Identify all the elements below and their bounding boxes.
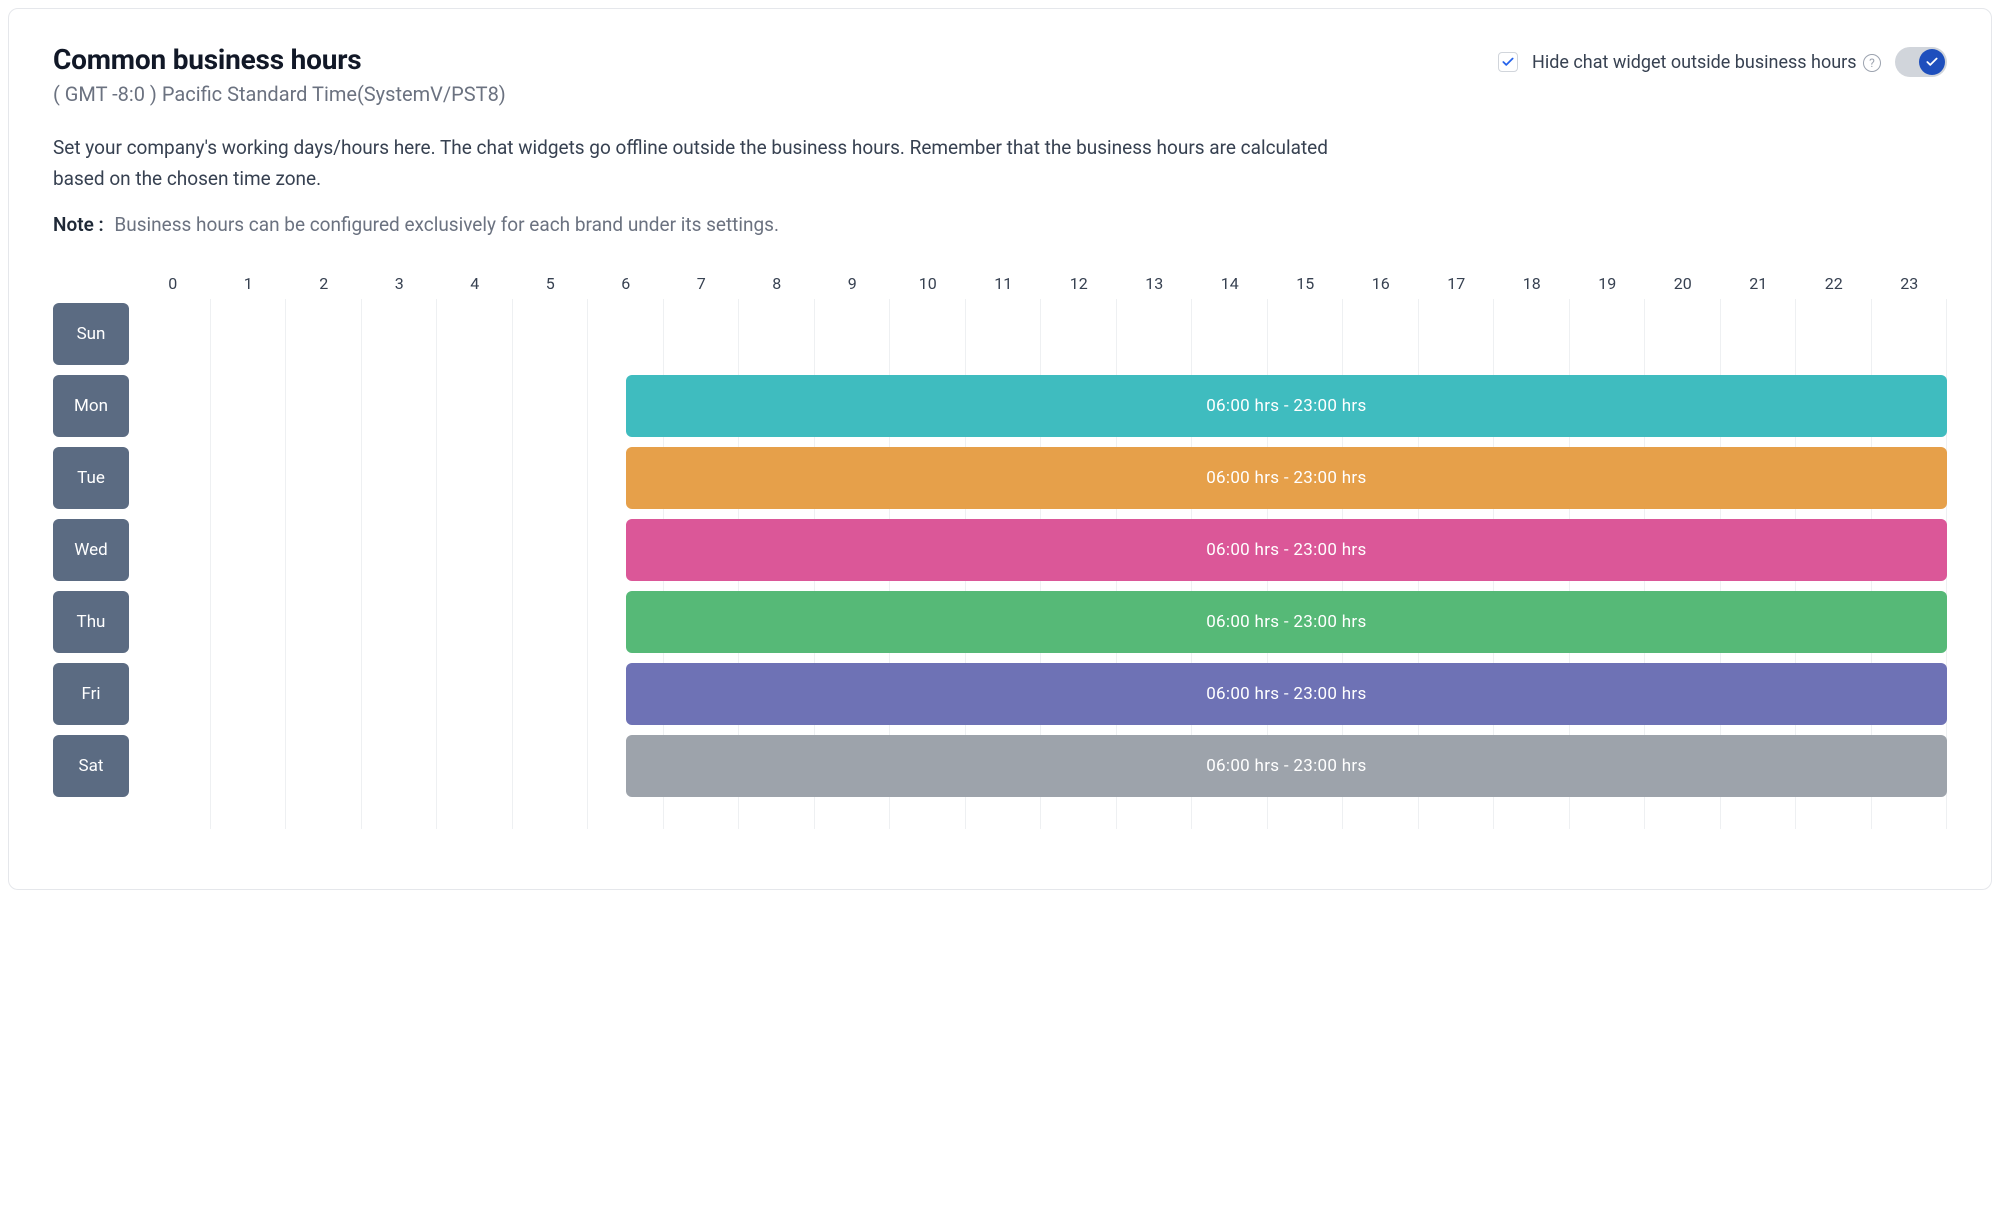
day-rows: SunMon06:00 hrs - 23:00 hrsTue06:00 hrs … [135,299,1947,829]
hide-widget-checkbox[interactable] [1498,52,1518,72]
hours-axis: 01234567891011121314151617181920212223 [135,274,1947,299]
hour-tick: 4 [437,274,513,299]
day-row: Sat06:00 hrs - 23:00 hrs [135,735,1947,801]
day-row: Fri06:00 hrs - 23:00 hrs [135,663,1947,729]
hour-tick: 12 [1041,274,1117,299]
help-icon[interactable]: ? [1863,54,1881,72]
description-text: Set your company's working days/hours he… [53,132,1373,195]
day-row: Sun [135,303,1947,369]
header-row: Common business hours ( GMT -8:0 ) Pacif… [53,43,1947,106]
hide-widget-control: Hide chat widget outside business hours … [1498,43,1947,77]
hour-tick: 15 [1268,274,1344,299]
hour-tick: 17 [1419,274,1495,299]
note-line: Note : Business hours can be configured … [53,213,1947,236]
hour-tick: 14 [1192,274,1268,299]
timeline-track: SunMon06:00 hrs - 23:00 hrsTue06:00 hrs … [135,299,1947,829]
hour-tick: 20 [1645,274,1721,299]
hours-bar[interactable]: 06:00 hrs - 23:00 hrs [626,663,1947,725]
hour-tick: 2 [286,274,362,299]
timezone-label: ( GMT -8:0 ) Pacific Standard Time(Syste… [53,82,506,106]
day-row: Mon06:00 hrs - 23:00 hrs [135,375,1947,441]
hour-tick: 3 [362,274,438,299]
day-label[interactable]: Fri [53,663,129,725]
hour-tick: 7 [664,274,740,299]
hour-tick: 11 [966,274,1042,299]
day-label[interactable]: Mon [53,375,129,437]
day-label[interactable]: Sat [53,735,129,797]
toggle-knob [1919,49,1945,75]
day-row: Thu06:00 hrs - 23:00 hrs [135,591,1947,657]
hide-widget-label: Hide chat widget outside business hours … [1532,52,1881,73]
hour-tick: 9 [815,274,891,299]
hour-tick: 19 [1570,274,1646,299]
hours-bar[interactable]: 06:00 hrs - 23:00 hrs [626,519,1947,581]
check-icon [1925,55,1939,69]
day-label[interactable]: Wed [53,519,129,581]
business-hours-panel: Common business hours ( GMT -8:0 ) Pacif… [8,8,1992,890]
day-label[interactable]: Sun [53,303,129,365]
hour-tick: 21 [1721,274,1797,299]
hour-tick: 18 [1494,274,1570,299]
check-icon [1501,55,1515,69]
note-label: Note : [53,213,104,236]
hide-widget-toggle[interactable] [1895,47,1947,77]
hour-tick: 8 [739,274,815,299]
note-text: Business hours can be configured exclusi… [114,213,779,236]
hour-tick: 16 [1343,274,1419,299]
title-block: Common business hours ( GMT -8:0 ) Pacif… [53,43,506,106]
day-label[interactable]: Thu [53,591,129,653]
hour-tick: 1 [211,274,287,299]
page-title: Common business hours [53,43,506,76]
hours-bar[interactable]: 06:00 hrs - 23:00 hrs [626,735,1947,797]
hours-grid: 01234567891011121314151617181920212223 S… [53,274,1947,829]
hours-bar[interactable]: 06:00 hrs - 23:00 hrs [626,447,1947,509]
day-row: Tue06:00 hrs - 23:00 hrs [135,447,1947,513]
day-label[interactable]: Tue [53,447,129,509]
hours-bar[interactable]: 06:00 hrs - 23:00 hrs [626,375,1947,437]
hour-tick: 23 [1872,274,1948,299]
hour-tick: 10 [890,274,966,299]
hour-tick: 0 [135,274,211,299]
hour-tick: 22 [1796,274,1872,299]
hour-tick: 13 [1117,274,1193,299]
hours-bar[interactable]: 06:00 hrs - 23:00 hrs [626,591,1947,653]
day-row: Wed06:00 hrs - 23:00 hrs [135,519,1947,585]
hour-tick: 5 [513,274,589,299]
hour-tick: 6 [588,274,664,299]
